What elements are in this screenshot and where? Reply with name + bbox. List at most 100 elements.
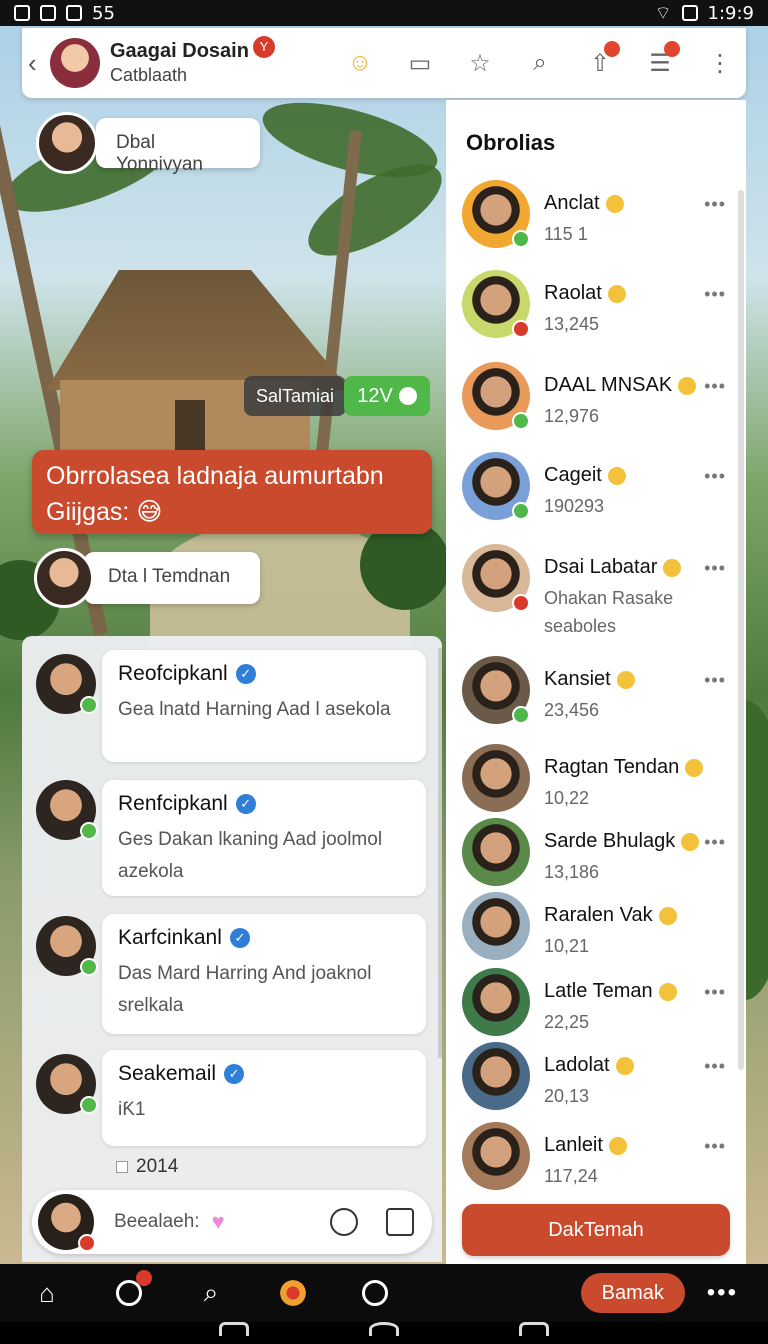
announcement-banner[interactable]: Obrrolasea ladnaja aumurtabn Giijgas: 😅 [32, 450, 432, 534]
find-friends-button[interactable]: DakTemah [462, 1204, 730, 1256]
banner-text: Obrrolasea ladnaja aumurtabn Giijgas: [46, 462, 384, 526]
more-horizontal-icon[interactable]: ••• [704, 1136, 726, 1157]
page-title: Gaagai Dosain [110, 40, 249, 62]
message-card[interactable]: Reofcipkanl ✓ Gea lnatd Harning Aad l ase… [102, 650, 426, 762]
friend-row[interactable]: Anclat 115 1 ••• [462, 180, 736, 260]
status-indicator [512, 412, 530, 430]
avatar[interactable] [34, 548, 94, 608]
avatar[interactable] [462, 818, 530, 886]
sender-name: Karfcinkanl [118, 926, 222, 949]
search-icon[interactable]: ⌕ [526, 49, 554, 77]
friend-row[interactable]: Kansiet 23,456 ••• [462, 656, 736, 736]
friend-row[interactable]: Raralen Vak 10,21 [462, 892, 736, 972]
list-icon[interactable]: ☰ [646, 41, 680, 77]
timer-icon[interactable] [330, 1208, 358, 1236]
friend-row[interactable]: Sarde Bhulagk 13,186 ••• [462, 818, 736, 898]
online-indicator [80, 822, 98, 840]
more-horizontal-icon[interactable]: ••• [707, 1279, 738, 1307]
status-text: 55 [92, 2, 115, 24]
avatar[interactable] [462, 180, 530, 248]
friend-count: 12,976 [544, 406, 600, 426]
back-system-icon[interactable] [519, 1322, 549, 1336]
avatar[interactable] [36, 780, 98, 840]
notification-dot [136, 1270, 152, 1286]
avatar[interactable] [462, 744, 530, 812]
friend-row[interactable]: Latle Teman 22,25 ••• [462, 968, 736, 1048]
message-card[interactable]: Karfcinkanl ✓ Das Mard Harring And joakno… [102, 914, 426, 1034]
message-input[interactable]: Beealaeh: ♥ [114, 1209, 302, 1235]
more-horizontal-icon[interactable]: ••• [704, 982, 726, 1003]
heart-icon[interactable]: ♥ [212, 1209, 225, 1235]
avatar[interactable] [462, 892, 530, 960]
scrollbar[interactable] [738, 190, 744, 1070]
emoji-icon [605, 194, 624, 213]
message-icon[interactable]: ▭ [406, 49, 434, 77]
friend-count: 23,456 [544, 700, 600, 720]
sender-name: Renfcipkanl [118, 792, 228, 815]
more-horizontal-icon[interactable]: ••• [704, 832, 726, 853]
emoji-icon[interactable]: ☺ [346, 49, 374, 77]
avatar[interactable] [462, 968, 530, 1036]
home-icon[interactable]: ⌂ [30, 1276, 64, 1310]
online-tag[interactable]: 12V [344, 376, 430, 416]
location-tag[interactable]: SalTamiai [244, 376, 347, 416]
avatar[interactable] [462, 270, 530, 338]
message-card[interactable]: Renfcipkanl ✓ Ges Dakan lkaning Aad joolm… [102, 780, 426, 896]
emoji-icon [663, 558, 682, 577]
avatar[interactable] [36, 1054, 98, 1114]
star-icon[interactable]: ☆ [466, 49, 494, 77]
home-system-icon[interactable] [369, 1322, 399, 1336]
search-icon[interactable]: ⌕ [194, 1276, 228, 1310]
avatar[interactable] [462, 452, 530, 520]
status-bar: 55 ⌔ 1:9:9 [0, 0, 768, 26]
chat-bubble[interactable]: Dta l Temdnan [84, 552, 260, 604]
friend-count: 115 1 [544, 224, 588, 244]
avatar[interactable] [462, 362, 530, 430]
friend-name: Latle Teman [544, 980, 653, 1002]
circle-icon[interactable] [358, 1276, 392, 1310]
friend-name-row: Raralen Vak [544, 904, 677, 927]
friend-name-row: Anclat [544, 192, 624, 215]
avatar[interactable] [50, 38, 100, 88]
friend-row[interactable]: Cageit 190293 ••• [462, 452, 736, 532]
status-badge: Y [252, 36, 275, 58]
avatar[interactable] [36, 112, 98, 174]
notification-icon [66, 5, 82, 21]
friend-row[interactable]: Ragtan Tendan 10,22 [462, 744, 736, 824]
friend-row[interactable]: Lanleit 117,24 ••• [462, 1122, 736, 1202]
chevron-left-icon[interactable]: ‹ [28, 48, 48, 79]
scrollbar[interactable] [438, 648, 442, 1058]
friend-row[interactable]: Raolat 13,245 ••• [462, 270, 736, 350]
avatar[interactable] [462, 1042, 530, 1110]
more-horizontal-icon[interactable]: ••• [704, 1056, 726, 1077]
friend-row[interactable]: Ladolat 20,13 ••• [462, 1042, 736, 1122]
home-icon[interactable] [386, 1208, 414, 1236]
more-horizontal-icon[interactable]: ••• [704, 558, 726, 579]
header-titles: Gaagai Dosain Catblaath Y [110, 36, 275, 86]
spiral-icon[interactable] [276, 1276, 310, 1310]
more-horizontal-icon[interactable]: ••• [704, 284, 726, 305]
avatar[interactable] [462, 544, 530, 612]
friend-name-row: Sarde Bhulagk [544, 830, 700, 853]
message-card[interactable]: Seakemail ✓ iƘ1 [102, 1050, 426, 1146]
more-horizontal-icon[interactable]: ••• [704, 194, 726, 215]
avatar[interactable] [38, 1194, 96, 1252]
more-vertical-icon[interactable]: ⋮ [706, 49, 734, 77]
avatar[interactable] [462, 656, 530, 724]
more-horizontal-icon[interactable]: ••• [704, 376, 726, 397]
avatar[interactable] [36, 916, 98, 976]
friend-row[interactable]: DAAL MNSAK 12,976 ••• [462, 362, 736, 442]
more-horizontal-icon[interactable]: ••• [704, 670, 726, 691]
avatar[interactable] [36, 654, 98, 714]
compass-icon[interactable] [112, 1270, 152, 1310]
chat-bubble[interactable]: Dbal Yonnivyan [96, 118, 260, 175]
recents-icon[interactable] [219, 1322, 249, 1336]
more-horizontal-icon[interactable]: ••• [704, 466, 726, 487]
friend-count: 10,22 [544, 788, 590, 808]
share-icon[interactable]: ⇧ [586, 41, 620, 77]
verified-icon: ✓ [235, 664, 256, 684]
battery-icon [681, 5, 698, 21]
avatar[interactable] [462, 1122, 530, 1190]
friend-row[interactable]: Dsai Labatar Ohakan Rasake seaboles ••• [462, 544, 736, 636]
primary-nav-button[interactable]: Bamak [580, 1273, 685, 1313]
